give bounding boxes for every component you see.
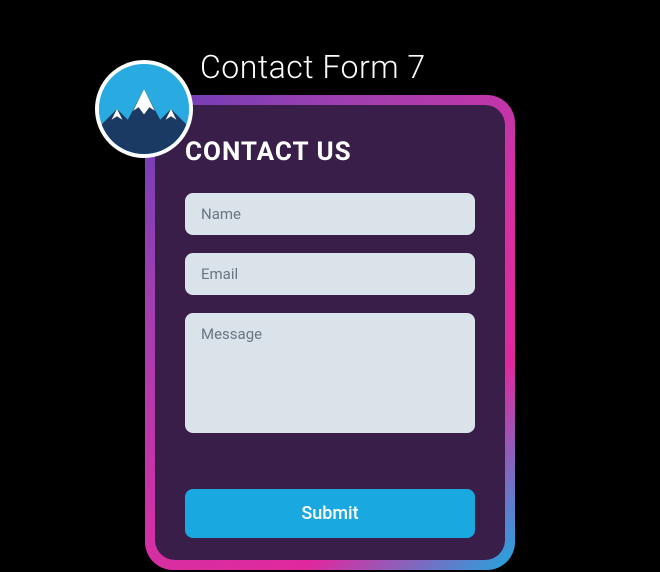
form-heading: CONTACT US	[185, 137, 475, 167]
mountain-logo	[95, 60, 193, 158]
form-card-gradient-border: CONTACT US Submit	[145, 95, 515, 570]
name-input[interactable]	[185, 193, 475, 235]
form-card: CONTACT US Submit	[155, 105, 505, 560]
email-input[interactable]	[185, 253, 475, 295]
mountain-icon	[99, 64, 189, 154]
page-title: Contact Form 7	[200, 48, 426, 86]
message-textarea[interactable]	[185, 313, 475, 433]
submit-button[interactable]: Submit	[185, 489, 475, 538]
